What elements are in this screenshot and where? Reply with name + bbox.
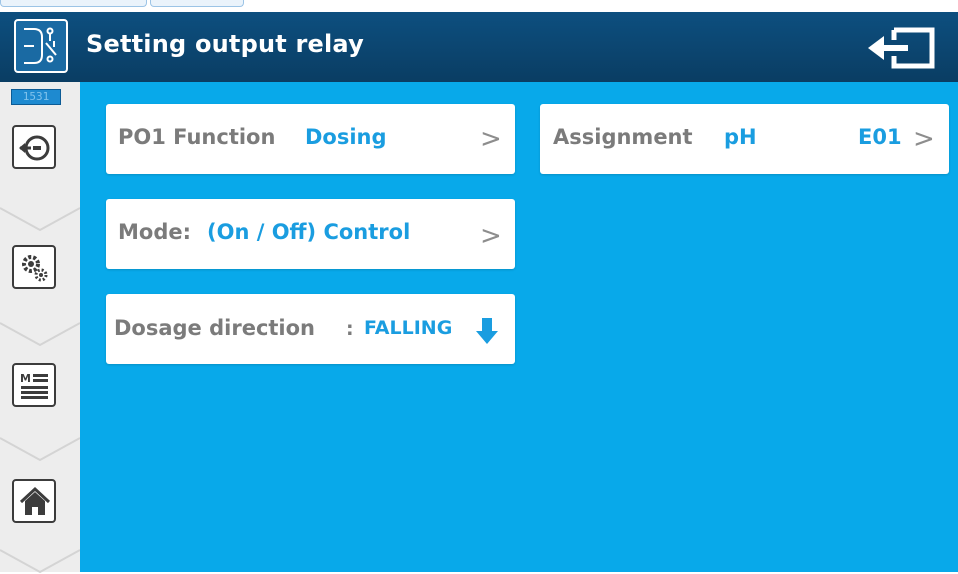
mode-value: (On / Off) Control: [207, 220, 411, 244]
mode-card[interactable]: Mode: (On / Off) Control >: [106, 199, 515, 269]
gears-icon: [22, 255, 48, 282]
back-button[interactable]: [12, 125, 56, 169]
function-label: PO1 Function: [118, 125, 276, 149]
menu-button[interactable]: M: [12, 363, 56, 407]
back-arrow-icon: [19, 135, 50, 161]
assignment-code: E01: [858, 125, 902, 149]
chevron-right-icon: >: [480, 221, 502, 251]
dosage-card[interactable]: Dosage direction : FALLING: [106, 294, 515, 364]
home-icon: [19, 486, 51, 515]
dosage-label: Dosage direction: [114, 316, 316, 340]
exit-arrow-icon[interactable]: [864, 26, 936, 70]
counter-display: 1531: [11, 89, 61, 105]
chevron-right-icon: >: [480, 124, 502, 154]
chevron-divider: [0, 207, 80, 232]
function-card[interactable]: PO1 Function Dosing >: [106, 104, 515, 174]
sidebar: 1531 M: [0, 82, 80, 574]
assignment-value: pH: [724, 125, 757, 149]
header-bar: Setting output relay: [0, 12, 958, 82]
svg-text:M: M: [20, 372, 31, 385]
menu-list-icon: M: [20, 372, 48, 399]
function-value: Dosing: [305, 125, 387, 149]
mode-label: Mode:: [118, 220, 191, 244]
main-panel: PO1 Function Dosing > Mode: (On / Off) C…: [80, 82, 958, 572]
assignment-card[interactable]: Assignment pH E01 >: [540, 104, 949, 174]
home-button[interactable]: [12, 479, 56, 523]
dosage-value: FALLING: [364, 317, 453, 339]
chevron-divider: [0, 437, 80, 462]
down-arrow-icon: [476, 318, 498, 344]
strip-tab: [150, 0, 244, 7]
chevron-divider: [0, 549, 80, 574]
strip-tab: [0, 0, 147, 7]
page-title: Setting output relay: [86, 30, 364, 58]
chevron-right-icon: >: [913, 124, 935, 154]
assignment-label: Assignment: [553, 125, 693, 149]
relay-switch-icon: [14, 19, 68, 73]
chevron-divider: [0, 322, 80, 347]
dosage-separator: :: [346, 318, 354, 340]
top-strip: [0, 0, 958, 12]
settings-button[interactable]: [12, 245, 56, 289]
